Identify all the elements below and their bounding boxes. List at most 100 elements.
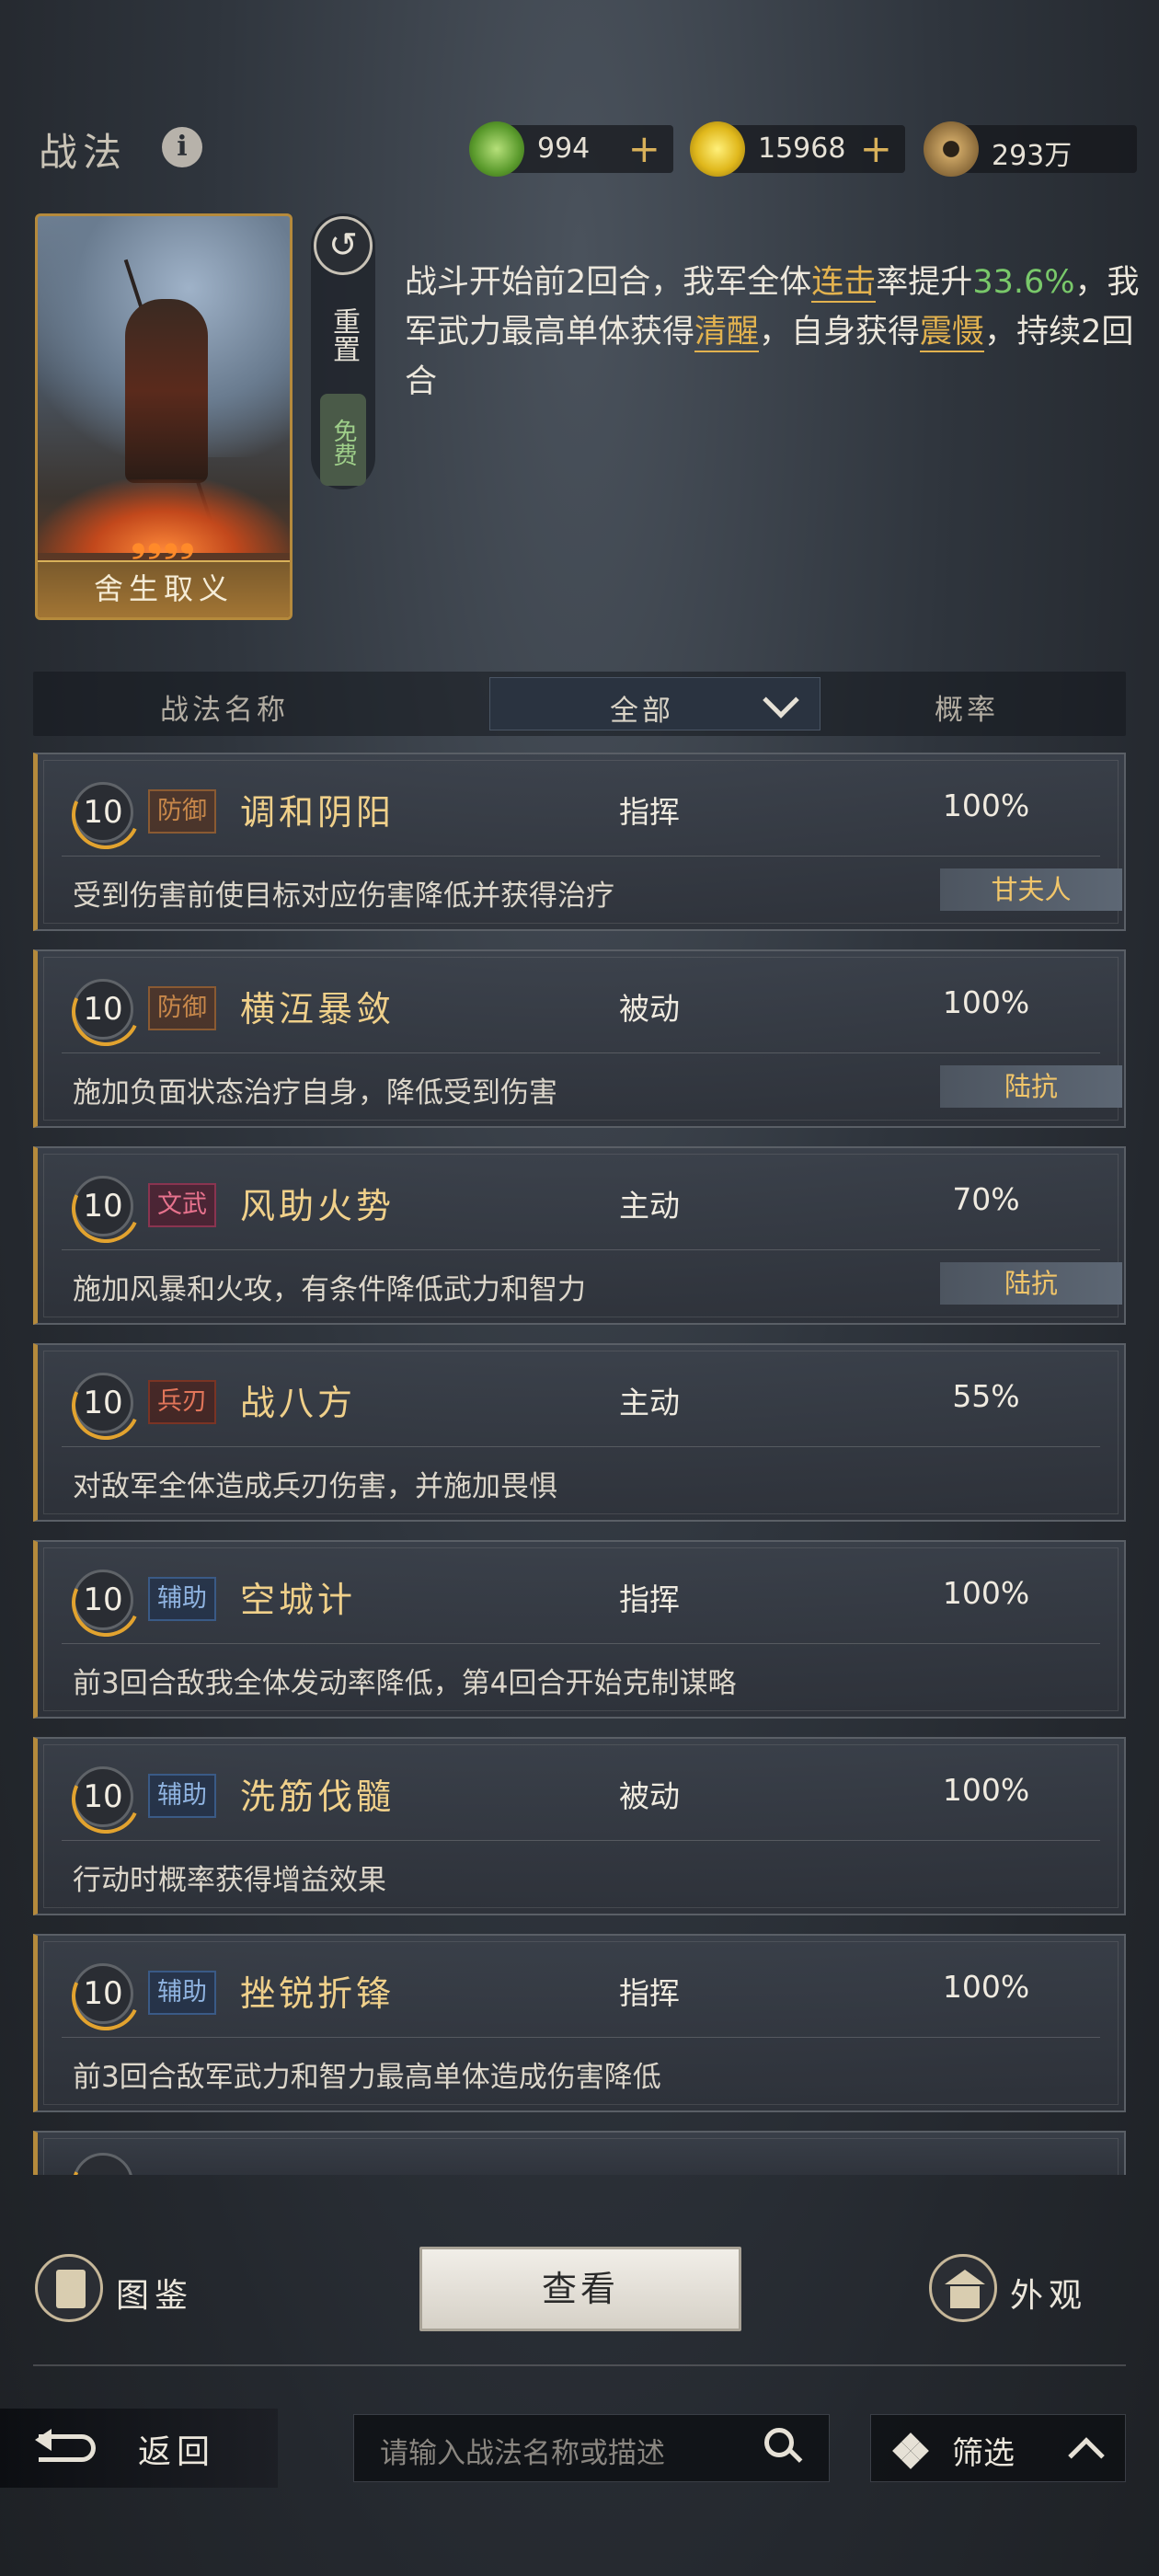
level-badge [73,2153,133,2175]
copper-coin-icon [924,121,979,177]
category-tag: 文武 [148,1183,216,1227]
back-button[interactable]: 返回 [0,2409,278,2488]
skill-probability: 100% [942,1772,1030,1808]
gallery-label: 图鉴 [116,2277,194,2315]
skill-name: 风助火势 [240,1186,396,1226]
category-tag: 防御 [148,789,216,834]
skill-type: 主动 [619,1188,680,1224]
skill-card[interactable]: ❟❟❟❟ 舍生取义 [35,213,293,620]
reset-button[interactable]: ↺ 重置 免费 [311,213,375,489]
level-badge: 10 [73,1176,133,1236]
level-badge: 10 [73,1373,133,1433]
skill-summary: 行动时概率获得增益效果 [73,1864,386,1897]
chevron-down-icon [763,682,799,719]
level-badge: 10 [73,782,133,843]
skill-name: 挫锐折锋 [240,1973,396,2014]
skill-summary: 对敌军全体造成兵刃伤害，并施加畏惧 [73,1470,557,1503]
hero-tag: 陆抗 [940,1262,1122,1305]
divider [33,2364,1126,2366]
list-item[interactable]: 10 辅助 洗筋伐髓 被动 100% 行动时概率获得增益效果 [33,1737,1126,1915]
skill-name: 战八方 [240,1383,357,1423]
gold-coin-icon [690,121,745,177]
general-figure [125,299,208,483]
skill-probability: 100% [942,788,1030,823]
back-label: 返回 [138,2433,216,2471]
skill-type: 指挥 [619,794,680,830]
skill-name: 调和阴阳 [240,792,396,833]
list-item[interactable]: 10 防御 横沍暴敛 被动 100% 施加负面状态治疗自身，降低受到伤害 陆抗 [33,949,1126,1128]
skill-type: 被动 [619,991,680,1027]
level-badge: 10 [73,1766,133,1827]
add-jade-button[interactable]: + [628,125,660,173]
jade-value: 994 [537,132,591,165]
info-icon[interactable]: i [162,127,202,167]
appearance-button[interactable]: 外观 [929,2254,1131,2328]
skill-type: 被动 [619,1778,680,1814]
search-icon[interactable] [764,2428,803,2465]
currency-copper: 293万 [924,121,1137,177]
skill-summary: 前3回合敌我全体发动率降低，第4回合开始克制谋略 [73,1667,737,1700]
level-badge: 10 [73,979,133,1040]
filter-label: 筛选 [952,2435,1015,2472]
category-tag: 防御 [148,986,216,1030]
list-item[interactable]: 10 防御 调和阴阳 指挥 100% 受到伤害前使目标对应伤害降低并获得治疗 甘… [33,753,1126,931]
reset-label: 重置 [327,307,360,362]
back-arrow-icon [35,2429,103,2467]
star-rating-icon: ❟❟❟❟ [131,518,197,560]
filter-button[interactable]: 筛选 [870,2414,1126,2482]
skill-probability: 100% [942,1575,1030,1611]
list-item-partial[interactable] [33,2131,1126,2175]
level-badge: 10 [73,1963,133,2024]
skill-name: 洗筋伐髓 [240,1777,396,1817]
add-gold-button[interactable]: + [860,125,892,173]
skill-probability: 70% [952,1181,1020,1217]
skill-description: 战斗开始前2回合，我军全体连击率提升33.6%，我军武力最高单体获得清醒，自身获… [405,264,1140,400]
keyword-sober[interactable]: 清醒 [694,314,760,352]
skill-type: 指挥 [619,1581,680,1617]
table-header: 战法名称 全部 概率 [33,672,1126,736]
filter-diamond-icon [892,2432,929,2469]
skill-summary: 施加负面状态治疗自身，降低受到伤害 [73,1076,557,1110]
skill-probability: 100% [942,1969,1030,2005]
hero-tag: 甘夫人 [940,868,1122,911]
list-item[interactable]: 10 文武 风助火势 主动 70% 施加风暴和火攻，有条件降低武力和智力 陆抗 [33,1146,1126,1325]
skill-summary: 前3回合敌军武力和智力最高单体造成伤害降低 [73,2061,661,2094]
appearance-label: 外观 [1010,2277,1088,2315]
gold-value: 15968 [758,132,846,165]
page-title: 战法 [39,130,128,175]
search-input[interactable]: 请输入战法名称或描述 [353,2414,830,2482]
hero-tag: 陆抗 [940,1065,1122,1108]
skill-probability: 100% [942,984,1030,1020]
currency-jade: 994 + [469,121,673,177]
skill-list[interactable]: 10 防御 调和阴阳 指挥 100% 受到伤害前使目标对应伤害降低并获得治疗 甘… [33,753,1126,2175]
jade-coin-icon [469,121,524,177]
category-tag: 兵刃 [148,1380,216,1424]
pavilion-icon [929,2254,997,2322]
list-item[interactable]: 10 辅助 空城计 指挥 100% 前3回合敌我全体发动率降低，第4回合开始克制… [33,1540,1126,1719]
skill-type: 指挥 [619,1975,680,2011]
keyword-deter[interactable]: 震慑 [920,314,985,352]
chevron-up-icon [1068,2437,1105,2474]
skill-probability: 55% [952,1378,1020,1414]
reset-icon[interactable]: ↺ [314,216,373,275]
gallery-button[interactable]: 图鉴 [35,2254,219,2328]
list-item[interactable]: 10 兵刃 战八方 主动 55% 对敌军全体造成兵刃伤害，并施加畏惧 [33,1343,1126,1522]
category-tag: 辅助 [148,1971,216,2015]
level-badge: 10 [73,1570,133,1630]
keyword-combo[interactable]: 连击 [811,264,877,303]
skill-type: 主动 [619,1385,680,1420]
category-filter-dropdown[interactable]: 全部 [489,677,820,730]
category-tag: 辅助 [148,1577,216,1621]
book-icon [35,2254,103,2322]
view-button[interactable]: 查看 [419,2247,741,2331]
filter-value: 全部 [610,695,674,728]
column-skill-name: 战法名称 [160,694,289,727]
currency-gold: 15968 + [690,121,905,177]
search-placeholder: 请输入战法名称或描述 [380,2437,665,2470]
skill-name: 横沍暴敛 [240,989,396,1029]
card-name: 舍生取义 [93,571,234,606]
copper-value: 293万 [992,140,1073,172]
list-item[interactable]: 10 辅助 挫锐折锋 指挥 100% 前3回合敌军武力和智力最高单体造成伤害降低 [33,1934,1126,2112]
skill-summary: 受到伤害前使目标对应伤害降低并获得治疗 [73,880,614,913]
category-tag: 辅助 [148,1774,216,1818]
